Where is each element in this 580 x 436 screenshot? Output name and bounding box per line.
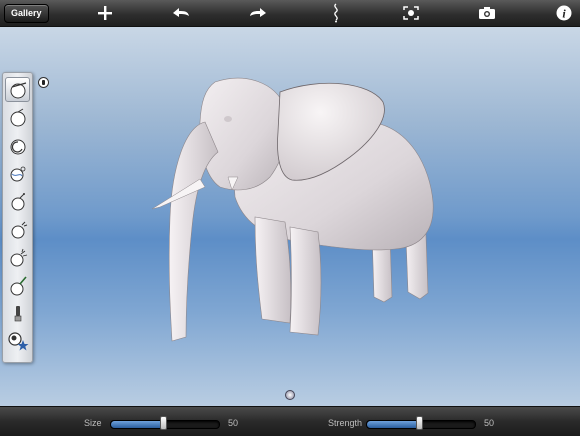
size-value: 50 (228, 418, 239, 428)
camera-reset-icon[interactable] (401, 3, 421, 23)
camera-icon[interactable] (477, 3, 497, 23)
size-slider-thumb[interactable] (160, 416, 167, 430)
strength-label: Strength (328, 418, 363, 428)
strength-slider-thumb[interactable] (416, 416, 423, 430)
stamp-icon[interactable] (5, 329, 30, 354)
strength-value: 50 (484, 418, 495, 428)
redo-icon[interactable] (248, 3, 268, 23)
smooth-brush-icon[interactable] (5, 105, 30, 130)
pinch-brush-icon[interactable] (5, 161, 30, 186)
info-icon[interactable]: i (554, 3, 574, 23)
standard-brush-icon[interactable] (5, 77, 30, 102)
subdivide-icon[interactable] (326, 3, 346, 23)
paint-brush-icon[interactable] (5, 273, 30, 298)
sculpt-viewport[interactable] (0, 27, 580, 406)
tool-palette (2, 72, 33, 363)
bottom-toolbar: Size 50 Strength 50 (0, 406, 580, 436)
elephant-model[interactable] (0, 27, 580, 406)
mask-icon[interactable] (5, 301, 30, 326)
flatten-brush-icon[interactable] (5, 189, 30, 214)
size-slider-fill (111, 421, 165, 428)
grab-brush-icon[interactable] (5, 133, 30, 158)
add-icon[interactable] (95, 3, 115, 23)
top-toolbar: Gallery i (0, 0, 580, 27)
size-label: Size (84, 418, 102, 428)
undo-icon[interactable] (171, 3, 191, 23)
crease-brush-icon[interactable] (5, 245, 30, 270)
info-dot[interactable] (38, 77, 49, 88)
pivot-indicator[interactable] (285, 390, 295, 400)
gallery-button[interactable]: Gallery (4, 4, 49, 23)
inflate-brush-icon[interactable] (5, 217, 30, 242)
strength-slider-fill (367, 421, 421, 428)
